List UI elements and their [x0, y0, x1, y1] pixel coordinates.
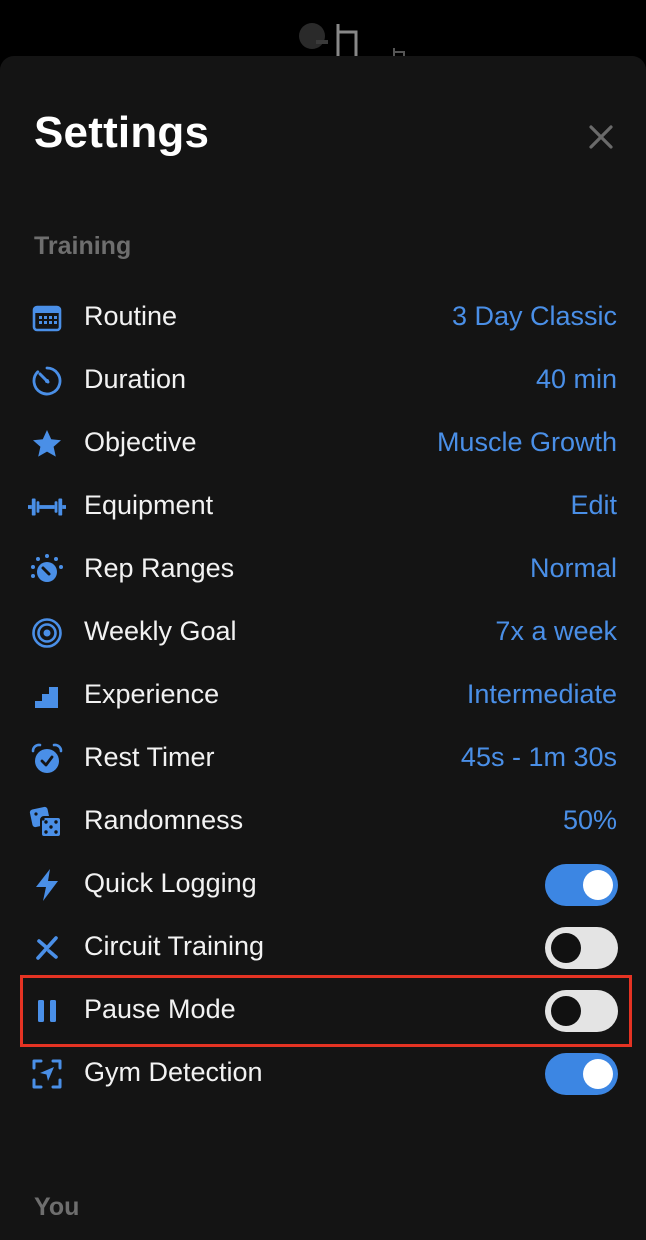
setting-row-rest-timer[interactable]: Rest Timer 45s - 1m 30s — [0, 727, 646, 790]
setting-value[interactable]: Muscle Growth — [437, 427, 617, 458]
setting-label: Weekly Goal — [84, 616, 237, 646]
setting-value[interactable]: 40 min — [536, 364, 617, 395]
setting-label: Experience — [84, 679, 220, 709]
quick-logging-toggle[interactable] — [545, 864, 618, 906]
dumbbell-icon — [28, 488, 66, 526]
circuit-training-toggle[interactable] — [545, 927, 618, 969]
pause-mode-toggle[interactable] — [545, 990, 618, 1032]
setting-row-randomness[interactable]: Randomness 50% — [0, 790, 646, 853]
toggle-knob — [583, 870, 613, 900]
setting-row-duration[interactable]: Duration 40 min — [0, 349, 646, 412]
equipment-illustration — [299, 23, 405, 58]
setting-row-rep-ranges[interactable]: Rep Ranges Normal — [0, 538, 646, 601]
setting-label: Rest Timer — [84, 742, 215, 772]
pause-icon — [28, 992, 66, 1030]
page-title: Settings — [34, 108, 210, 157]
setting-value[interactable]: 45s - 1m 30s — [461, 742, 617, 773]
close-icon — [589, 125, 613, 149]
setting-label: Gym Detection — [84, 1057, 263, 1087]
setting-row-objective[interactable]: Objective Muscle Growth — [0, 412, 646, 475]
setting-value[interactable]: 7x a week — [495, 616, 617, 647]
setting-label: Equipment — [84, 490, 214, 520]
setting-label: Randomness — [84, 805, 244, 835]
alarm-clock-icon — [28, 740, 66, 778]
setting-row-experience[interactable]: Experience Intermediate — [0, 664, 646, 727]
dice-icon — [28, 803, 66, 841]
setting-value[interactable]: Normal — [530, 553, 617, 584]
settings-sheet: Settings Training Routine 3 Day Classic — [0, 56, 646, 1240]
setting-row-quick-logging: Quick Logging — [0, 853, 646, 916]
toggle-knob — [551, 996, 581, 1026]
star-icon — [28, 425, 66, 463]
gym-detection-toggle[interactable] — [545, 1053, 618, 1095]
target-icon — [28, 614, 66, 652]
setting-value[interactable]: 3 Day Classic — [452, 301, 617, 332]
section-label-you: You — [34, 1193, 80, 1221]
calendar-icon — [28, 299, 66, 337]
setting-row-weekly-goal[interactable]: Weekly Goal 7x a week — [0, 601, 646, 664]
setting-row-circuit-training: Circuit Training — [0, 916, 646, 979]
setting-row-routine[interactable]: Routine 3 Day Classic — [0, 286, 646, 349]
setting-label: Quick Logging — [84, 868, 257, 898]
setting-label: Circuit Training — [84, 931, 265, 961]
setting-label: Duration — [84, 364, 187, 394]
stairs-icon — [28, 677, 66, 715]
timer-icon — [28, 362, 66, 400]
setting-label: Objective — [84, 427, 197, 457]
setting-row-pause-mode: Pause Mode — [0, 979, 646, 1042]
setting-value[interactable]: Intermediate — [467, 679, 617, 710]
setting-row-equipment[interactable]: Equipment Edit — [0, 475, 646, 538]
training-settings-list: Routine 3 Day Classic Duration 40 min Ob… — [0, 286, 646, 1105]
setting-label: Rep Ranges — [84, 553, 235, 583]
lightning-icon — [28, 866, 66, 904]
background-app — [0, 0, 646, 60]
toggle-knob — [583, 1059, 613, 1089]
setting-value[interactable]: 50% — [563, 805, 617, 836]
setting-row-gym-detection: Gym Detection — [0, 1042, 646, 1105]
gauge-icon — [28, 551, 66, 589]
section-label-training: Training — [34, 232, 132, 260]
setting-label: Pause Mode — [84, 994, 236, 1024]
setting-value[interactable]: Edit — [570, 490, 617, 521]
location-scan-icon — [28, 1055, 66, 1093]
close-button[interactable] — [584, 120, 618, 154]
setting-label: Routine — [84, 301, 178, 331]
toggle-knob — [551, 933, 581, 963]
percent-icon — [28, 929, 66, 967]
